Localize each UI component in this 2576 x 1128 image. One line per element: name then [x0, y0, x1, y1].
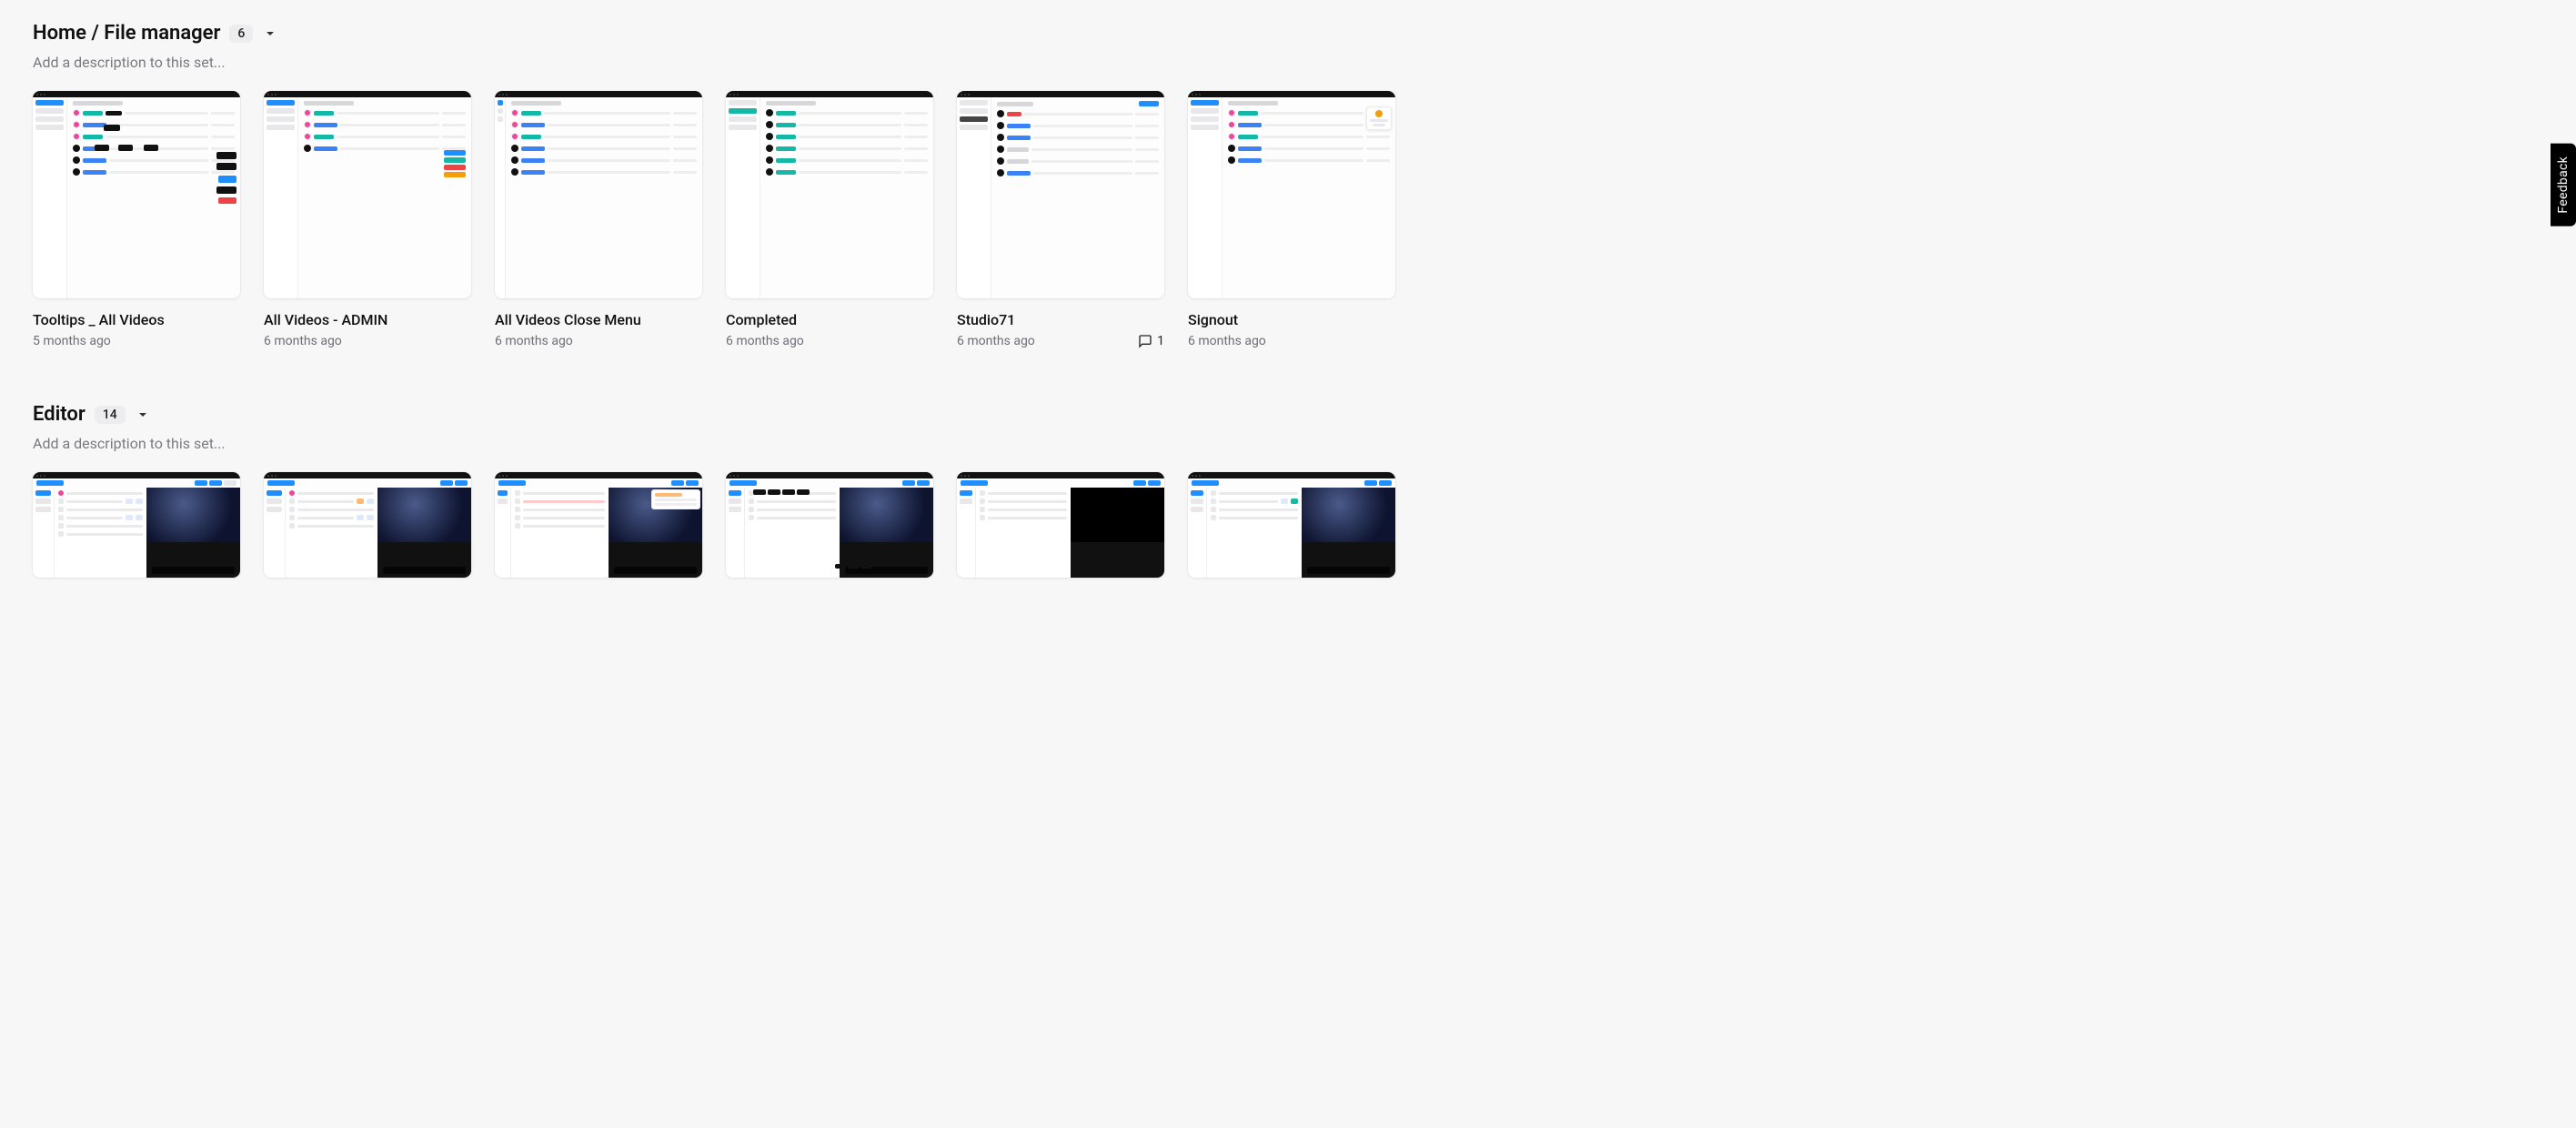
section-editor: Editor 14 Add a description to this set.…	[33, 403, 2543, 578]
caret-down-icon	[138, 410, 147, 419]
project-thumbnail	[1188, 91, 1395, 298]
project-card[interactable]: Signout 6 months ago	[1188, 91, 1395, 348]
project-thumbnail	[726, 91, 933, 298]
project-title: All Videos Close Menu	[495, 311, 702, 328]
project-title: Signout	[1188, 311, 1395, 328]
section-title: Home / File manager	[33, 22, 220, 45]
section-title: Editor	[33, 403, 86, 426]
project-date: 6 months ago	[264, 334, 342, 348]
project-card[interactable]	[957, 472, 1164, 578]
project-thumbnail	[957, 91, 1164, 298]
project-thumbnail	[264, 472, 471, 578]
project-comment-count: 1	[1157, 334, 1164, 348]
project-card[interactable]: Tooltips _ All Videos 5 months ago	[33, 91, 240, 348]
project-card[interactable]: Studio71 6 months ago 1	[957, 91, 1164, 348]
project-card[interactable]: Completed 6 months ago	[726, 91, 933, 348]
project-title: All Videos - ADMIN	[264, 311, 471, 328]
section-count-badge: 6	[229, 25, 253, 43]
caret-down-icon	[266, 29, 275, 38]
section-header: Editor 14	[33, 403, 2543, 426]
project-thumbnail	[957, 472, 1164, 578]
project-card[interactable]	[495, 472, 702, 578]
comment-icon	[1138, 334, 1152, 348]
project-date: 6 months ago	[495, 334, 573, 348]
project-card[interactable]: All Videos Close Menu 6 months ago	[495, 91, 702, 348]
project-thumbnail	[726, 472, 933, 578]
section-description[interactable]: Add a description to this set...	[33, 435, 2543, 452]
project-thumbnail	[495, 472, 702, 578]
project-thumbnail	[33, 91, 240, 298]
section-file-manager: Home / File manager 6 Add a description …	[33, 22, 2543, 348]
project-card[interactable]	[1188, 472, 1395, 578]
project-title: Tooltips _ All Videos	[33, 311, 240, 328]
project-thumbnail	[264, 91, 471, 298]
project-thumbnail	[1188, 472, 1395, 578]
section-dropdown[interactable]	[262, 25, 278, 42]
project-title: Completed	[726, 311, 933, 328]
project-card[interactable]	[264, 472, 471, 578]
project-date: 5 months ago	[33, 334, 111, 348]
project-comments: 1	[1138, 334, 1164, 348]
project-title: Studio71	[957, 311, 1164, 328]
project-thumbnail	[33, 472, 240, 578]
project-card[interactable]	[726, 472, 933, 578]
section-dropdown[interactable]	[135, 407, 151, 423]
feedback-tab[interactable]: Feedback	[2551, 144, 2576, 227]
section-count-badge: 14	[95, 406, 126, 424]
cards-row: Tooltips _ All Videos 5 months ago	[33, 91, 2543, 348]
project-card[interactable]	[33, 472, 240, 578]
project-date: 6 months ago	[957, 334, 1035, 348]
project-thumbnail	[495, 91, 702, 298]
project-date: 6 months ago	[726, 334, 804, 348]
project-card[interactable]: All Videos - ADMIN 6 months ago	[264, 91, 471, 348]
section-description[interactable]: Add a description to this set...	[33, 54, 2543, 71]
section-header: Home / File manager 6	[33, 22, 2543, 45]
project-date: 6 months ago	[1188, 334, 1266, 348]
cards-row	[33, 472, 2543, 578]
